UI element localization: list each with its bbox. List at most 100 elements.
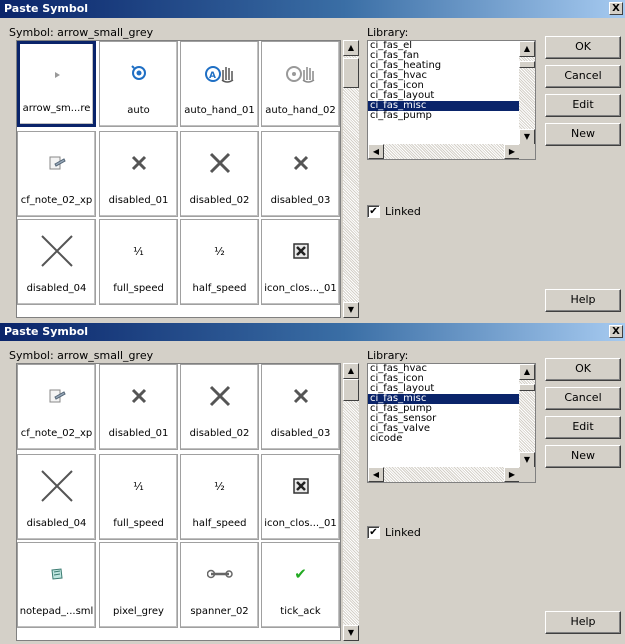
library-vertical-scrollbar[interactable]: ▲ ▼ bbox=[519, 364, 535, 468]
disabled-x-icon bbox=[100, 146, 177, 180]
symbol-tile-label: disabled_02 bbox=[189, 428, 250, 439]
auto-hand-01-icon: A bbox=[181, 56, 258, 90]
close-box-icon bbox=[262, 234, 339, 268]
symbol-tile-label: disabled_04 bbox=[26, 283, 87, 294]
ok-button[interactable]: OK bbox=[545, 358, 621, 381]
symbol-tile[interactable]: ¹⁄₁ full_speed bbox=[99, 454, 178, 540]
edit-button[interactable]: Edit bbox=[545, 94, 621, 117]
symbol-tile[interactable]: auto_hand_02 bbox=[261, 41, 340, 127]
symbol-tile[interactable]: notepad_...sml bbox=[17, 542, 96, 628]
small-arrow-icon bbox=[20, 58, 93, 92]
scroll-up-button[interactable]: ▲ bbox=[343, 363, 359, 379]
symbol-tile[interactable]: disabled_03 bbox=[261, 364, 340, 450]
cancel-button[interactable]: Cancel bbox=[545, 65, 621, 88]
linked-checkbox[interactable]: ✔ bbox=[367, 526, 380, 539]
disabled-x-icon bbox=[262, 379, 339, 413]
auto-icon bbox=[100, 56, 177, 90]
library-horizontal-scrollbar[interactable]: ◀ ▶ bbox=[368, 144, 520, 159]
scroll-thumb[interactable] bbox=[519, 61, 535, 68]
symbol-tile[interactable]: disabled_02 bbox=[180, 131, 259, 217]
symbol-tile[interactable]: disabled_02 bbox=[180, 364, 259, 450]
library-label: Library: bbox=[367, 26, 409, 39]
symbol-grid-scrollbar[interactable]: ▲ ▼ bbox=[343, 363, 359, 641]
symbol-tile[interactable]: arrow_sm...re bbox=[17, 41, 96, 127]
scroll-left-button[interactable]: ◀ bbox=[368, 467, 384, 482]
symbol-tile-label: half_speed bbox=[192, 518, 247, 529]
symbol-tile[interactable]: disabled_04 bbox=[17, 219, 96, 305]
scroll-down-button[interactable]: ▼ bbox=[519, 129, 535, 145]
library-horizontal-scrollbar[interactable]: ◀ ▶ bbox=[368, 467, 520, 482]
symbol-tile-label: disabled_03 bbox=[270, 195, 331, 206]
symbol-tile[interactable]: A auto_hand_01 bbox=[180, 41, 259, 127]
library-list-item[interactable]: ci_fas_pump bbox=[368, 111, 520, 121]
linked-label: Linked bbox=[385, 526, 421, 539]
symbol-tile[interactable]: disabled_01 bbox=[99, 131, 178, 217]
ok-button[interactable]: OK bbox=[545, 36, 621, 59]
title-bar: Paste Symbol X bbox=[0, 0, 625, 18]
symbol-grid-scrollbar[interactable]: ▲ ▼ bbox=[343, 40, 359, 318]
disabled-x-thin-icon bbox=[18, 469, 95, 503]
scroll-down-button[interactable]: ▼ bbox=[343, 625, 359, 641]
library-list: ci_fas_el ci_fas_fan ci_fas_heating ci_fas_… bbox=[368, 41, 520, 145]
scroll-up-button[interactable]: ▲ bbox=[343, 40, 359, 56]
edit-button[interactable]: Edit bbox=[545, 416, 621, 439]
close-button[interactable]: X bbox=[609, 325, 623, 338]
scroll-thumb[interactable] bbox=[519, 384, 535, 391]
scroll-right-button[interactable]: ▶ bbox=[504, 144, 520, 159]
scroll-right-button[interactable]: ▶ bbox=[504, 467, 520, 482]
symbol-label: Symbol: arrow_small_grey bbox=[9, 349, 154, 362]
symbol-tile-label: notepad_...sml bbox=[19, 606, 94, 617]
help-button[interactable]: Help bbox=[545, 289, 621, 312]
close-button[interactable]: X bbox=[609, 2, 623, 15]
symbol-tile-label: spanner_02 bbox=[190, 606, 249, 617]
symbol-tile-label: half_speed bbox=[192, 283, 247, 294]
symbol-tile[interactable]: ¹⁄₂ half_speed bbox=[180, 219, 259, 305]
scroll-down-button[interactable]: ▼ bbox=[343, 302, 359, 318]
note-icon bbox=[18, 379, 95, 413]
new-button[interactable]: New bbox=[545, 123, 621, 146]
library-listbox[interactable]: ci_fas_el ci_fas_fan ci_fas_heating ci_fas_… bbox=[367, 40, 536, 160]
symbol-tile-label: cf_note_02_xp bbox=[20, 428, 93, 439]
dialog-title: Paste Symbol bbox=[4, 325, 89, 338]
linked-checkbox-row[interactable]: ✔ Linked bbox=[367, 526, 421, 539]
symbol-tile-label: disabled_02 bbox=[189, 195, 250, 206]
symbol-grid: cf_note_02_xp disabled_01 disabled_02 di… bbox=[16, 363, 341, 641]
symbol-tile[interactable]: spanner_02 bbox=[180, 542, 259, 628]
symbol-tile[interactable]: ¹⁄₁ full_speed bbox=[99, 219, 178, 305]
linked-checkbox-row[interactable]: ✔ Linked bbox=[367, 205, 421, 218]
half-speed-icon: ¹⁄₂ bbox=[214, 479, 225, 493]
library-listbox[interactable]: ci_fas_hvac ci_fas_icon ci_fas_layout ci_fa… bbox=[367, 363, 536, 483]
symbol-tile-label: icon_clos..._01 bbox=[264, 283, 337, 294]
cancel-button[interactable]: Cancel bbox=[545, 387, 621, 410]
linked-label: Linked bbox=[385, 205, 421, 218]
symbol-tile[interactable]: disabled_01 bbox=[99, 364, 178, 450]
symbol-tile[interactable]: pixel_grey bbox=[99, 542, 178, 628]
scroll-thumb[interactable] bbox=[343, 379, 359, 401]
symbol-tile[interactable]: ¹⁄₂ half_speed bbox=[180, 454, 259, 540]
symbol-tile[interactable]: disabled_03 bbox=[261, 131, 340, 217]
paste-symbol-dialog: Paste Symbol X Symbol: arrow_small_grey … bbox=[0, 0, 625, 323]
library-list-item[interactable]: cicode bbox=[368, 434, 520, 444]
scroll-down-button[interactable]: ▼ bbox=[519, 452, 535, 468]
paste-symbol-dialog: Paste Symbol X Symbol: arrow_small_grey … bbox=[0, 323, 625, 644]
scroll-left-button[interactable]: ◀ bbox=[368, 144, 384, 159]
library-vertical-scrollbar[interactable]: ▲ ▼ bbox=[519, 41, 535, 145]
library-label: Library: bbox=[367, 349, 409, 362]
scroll-up-button[interactable]: ▲ bbox=[519, 364, 535, 380]
linked-checkbox[interactable]: ✔ bbox=[367, 205, 380, 218]
scroll-thumb[interactable] bbox=[343, 58, 359, 88]
symbol-tile-label: disabled_04 bbox=[26, 518, 87, 529]
scroll-up-button[interactable]: ▲ bbox=[519, 41, 535, 57]
help-button[interactable]: Help bbox=[545, 611, 621, 634]
symbol-tile[interactable]: icon_clos..._01 bbox=[261, 454, 340, 540]
symbol-tile-label: disabled_01 bbox=[108, 195, 169, 206]
symbol-tile[interactable]: auto bbox=[99, 41, 178, 127]
symbol-tile[interactable]: ✔ tick_ack bbox=[261, 542, 340, 628]
new-button[interactable]: New bbox=[545, 445, 621, 468]
symbol-tile[interactable]: disabled_04 bbox=[17, 454, 96, 540]
symbol-tile[interactable]: cf_note_02_xp bbox=[17, 131, 96, 217]
svg-text:A: A bbox=[209, 71, 216, 81]
symbol-label: Symbol: arrow_small_grey bbox=[9, 26, 154, 39]
symbol-tile[interactable]: cf_note_02_xp bbox=[17, 364, 96, 450]
symbol-tile[interactable]: icon_clos..._01 bbox=[261, 219, 340, 305]
